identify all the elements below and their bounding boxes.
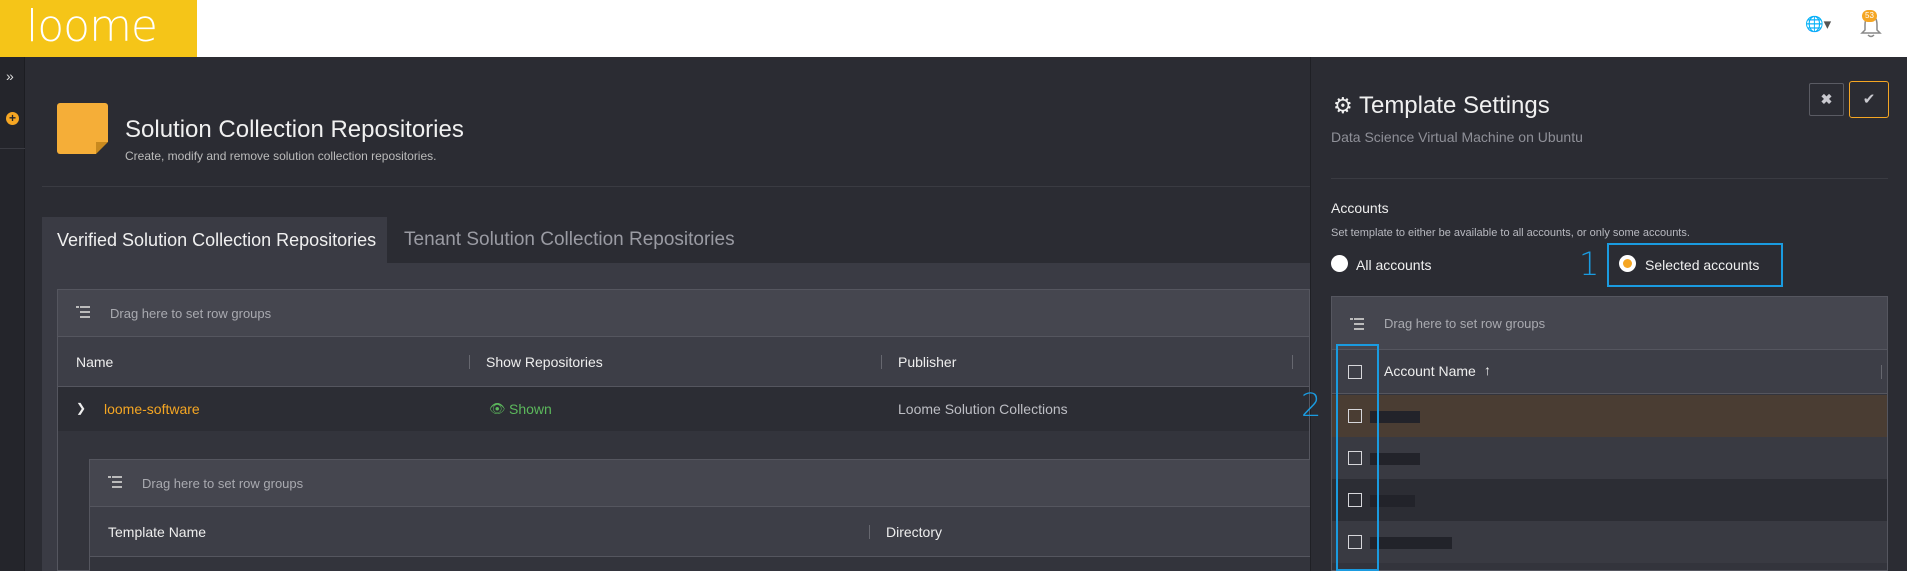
tab-tenant-repositories[interactable]: Tenant Solution Collection Repositories [404,217,735,263]
column-divider[interactable] [1881,365,1882,379]
top-bar: loome 🌐▾ 53 [0,0,1907,57]
selected-accounts-label[interactable]: Selected accounts [1645,257,1759,273]
row-group-icon [76,306,90,318]
column-header-directory[interactable]: Directory [886,507,942,557]
table-row[interactable] [1332,395,1887,437]
panel-title-text: Template Settings [1358,92,1550,119]
rail-divider [0,148,25,149]
show-repositories-status: Shown [509,401,552,417]
selected-accounts-radio[interactable] [1619,255,1636,272]
row-group-hint: Drag here to set row groups [110,306,272,321]
table-row[interactable] [1332,479,1887,521]
callout-number-1: 1 [1579,245,1600,283]
eye-icon: 👁 [489,401,506,416]
divider [1331,178,1888,179]
all-accounts-label[interactable]: All accounts [1356,257,1431,273]
publisher-cell: Loome Solution Collections [898,401,1068,417]
column-header-name[interactable]: Name [76,337,113,387]
save-button[interactable]: ✔ [1849,81,1889,118]
column-header-account-name[interactable]: Account Name [1384,363,1476,379]
loome-logo[interactable]: loome [0,0,197,57]
column-divider[interactable] [1292,355,1293,369]
add-icon[interactable]: + [6,112,19,125]
close-icon: ✖ [1820,91,1833,107]
close-button[interactable]: ✖ [1809,83,1844,116]
page-title: Solution Collection Repositories [125,116,464,143]
column-header-show-repositories[interactable]: Show Repositories [486,337,603,387]
templates-subgrid: Drag here to set row groups Template Nam… [89,459,1311,571]
callout-box-2 [1336,344,1379,571]
table-row[interactable]: ❯ loome-software 👁 Shown Loome Solution … [58,387,1309,431]
table-row[interactable] [1332,437,1887,479]
column-header-publisher[interactable]: Publisher [898,337,956,387]
gear-icon: ⚙ [1333,93,1353,118]
sort-asc-icon[interactable]: ↑ [1484,362,1491,378]
check-icon: ✔ [1862,91,1876,108]
table-row[interactable] [1332,521,1887,563]
row-group-bar[interactable]: Drag here to set row groups [90,460,1310,507]
all-accounts-radio[interactable] [1331,255,1348,272]
globe-icon[interactable]: 🌐▾ [1805,15,1831,33]
row-group-bar[interactable]: Drag here to set row groups [58,290,1309,337]
accounts-grid-header: Account Name ↑ [1332,350,1887,394]
grid-header: Name Show Repositories Publisher [58,337,1309,387]
notification-badge: 53 [1862,10,1877,22]
panel-subtitle: Data Science Virtual Machine on Ubuntu [1331,129,1583,145]
tab-verified-repositories[interactable]: Verified Solution Collection Repositorie… [42,217,387,263]
column-divider[interactable] [469,355,470,369]
callout-number-2: 2 [1301,386,1322,424]
page-subtitle: Create, modify and remove solution colle… [125,149,437,163]
row-group-bar[interactable]: Drag here to set row groups [1332,297,1887,350]
accounts-help-text: Set template to either be available to a… [1331,227,1690,239]
panel-title: ⚙ Template Settings [1333,92,1550,120]
redacted-account-name [1370,537,1452,549]
template-settings-panel: ⚙ Template Settings Data Science Virtual… [1301,57,1907,571]
left-rail [0,57,25,571]
row-group-icon [108,476,122,488]
divider [42,186,1310,187]
page-icon [57,103,108,154]
column-divider[interactable] [869,525,870,539]
accounts-grid: Drag here to set row groups Account Name… [1331,296,1888,571]
repository-name-link[interactable]: loome-software [104,401,200,417]
column-header-template-name[interactable]: Template Name [108,507,206,557]
chevron-down-icon[interactable]: ❯ [76,401,86,415]
repositories-grid: Drag here to set row groups Name Show Re… [57,289,1311,571]
row-group-hint: Drag here to set row groups [1384,316,1546,331]
column-divider[interactable] [881,355,882,369]
accounts-label: Accounts [1331,200,1389,216]
expand-icon[interactable]: » [6,68,14,84]
row-group-icon [1350,318,1364,330]
subgrid-header: Template Name Directory [90,507,1310,557]
row-group-hint: Drag here to set row groups [142,476,304,491]
